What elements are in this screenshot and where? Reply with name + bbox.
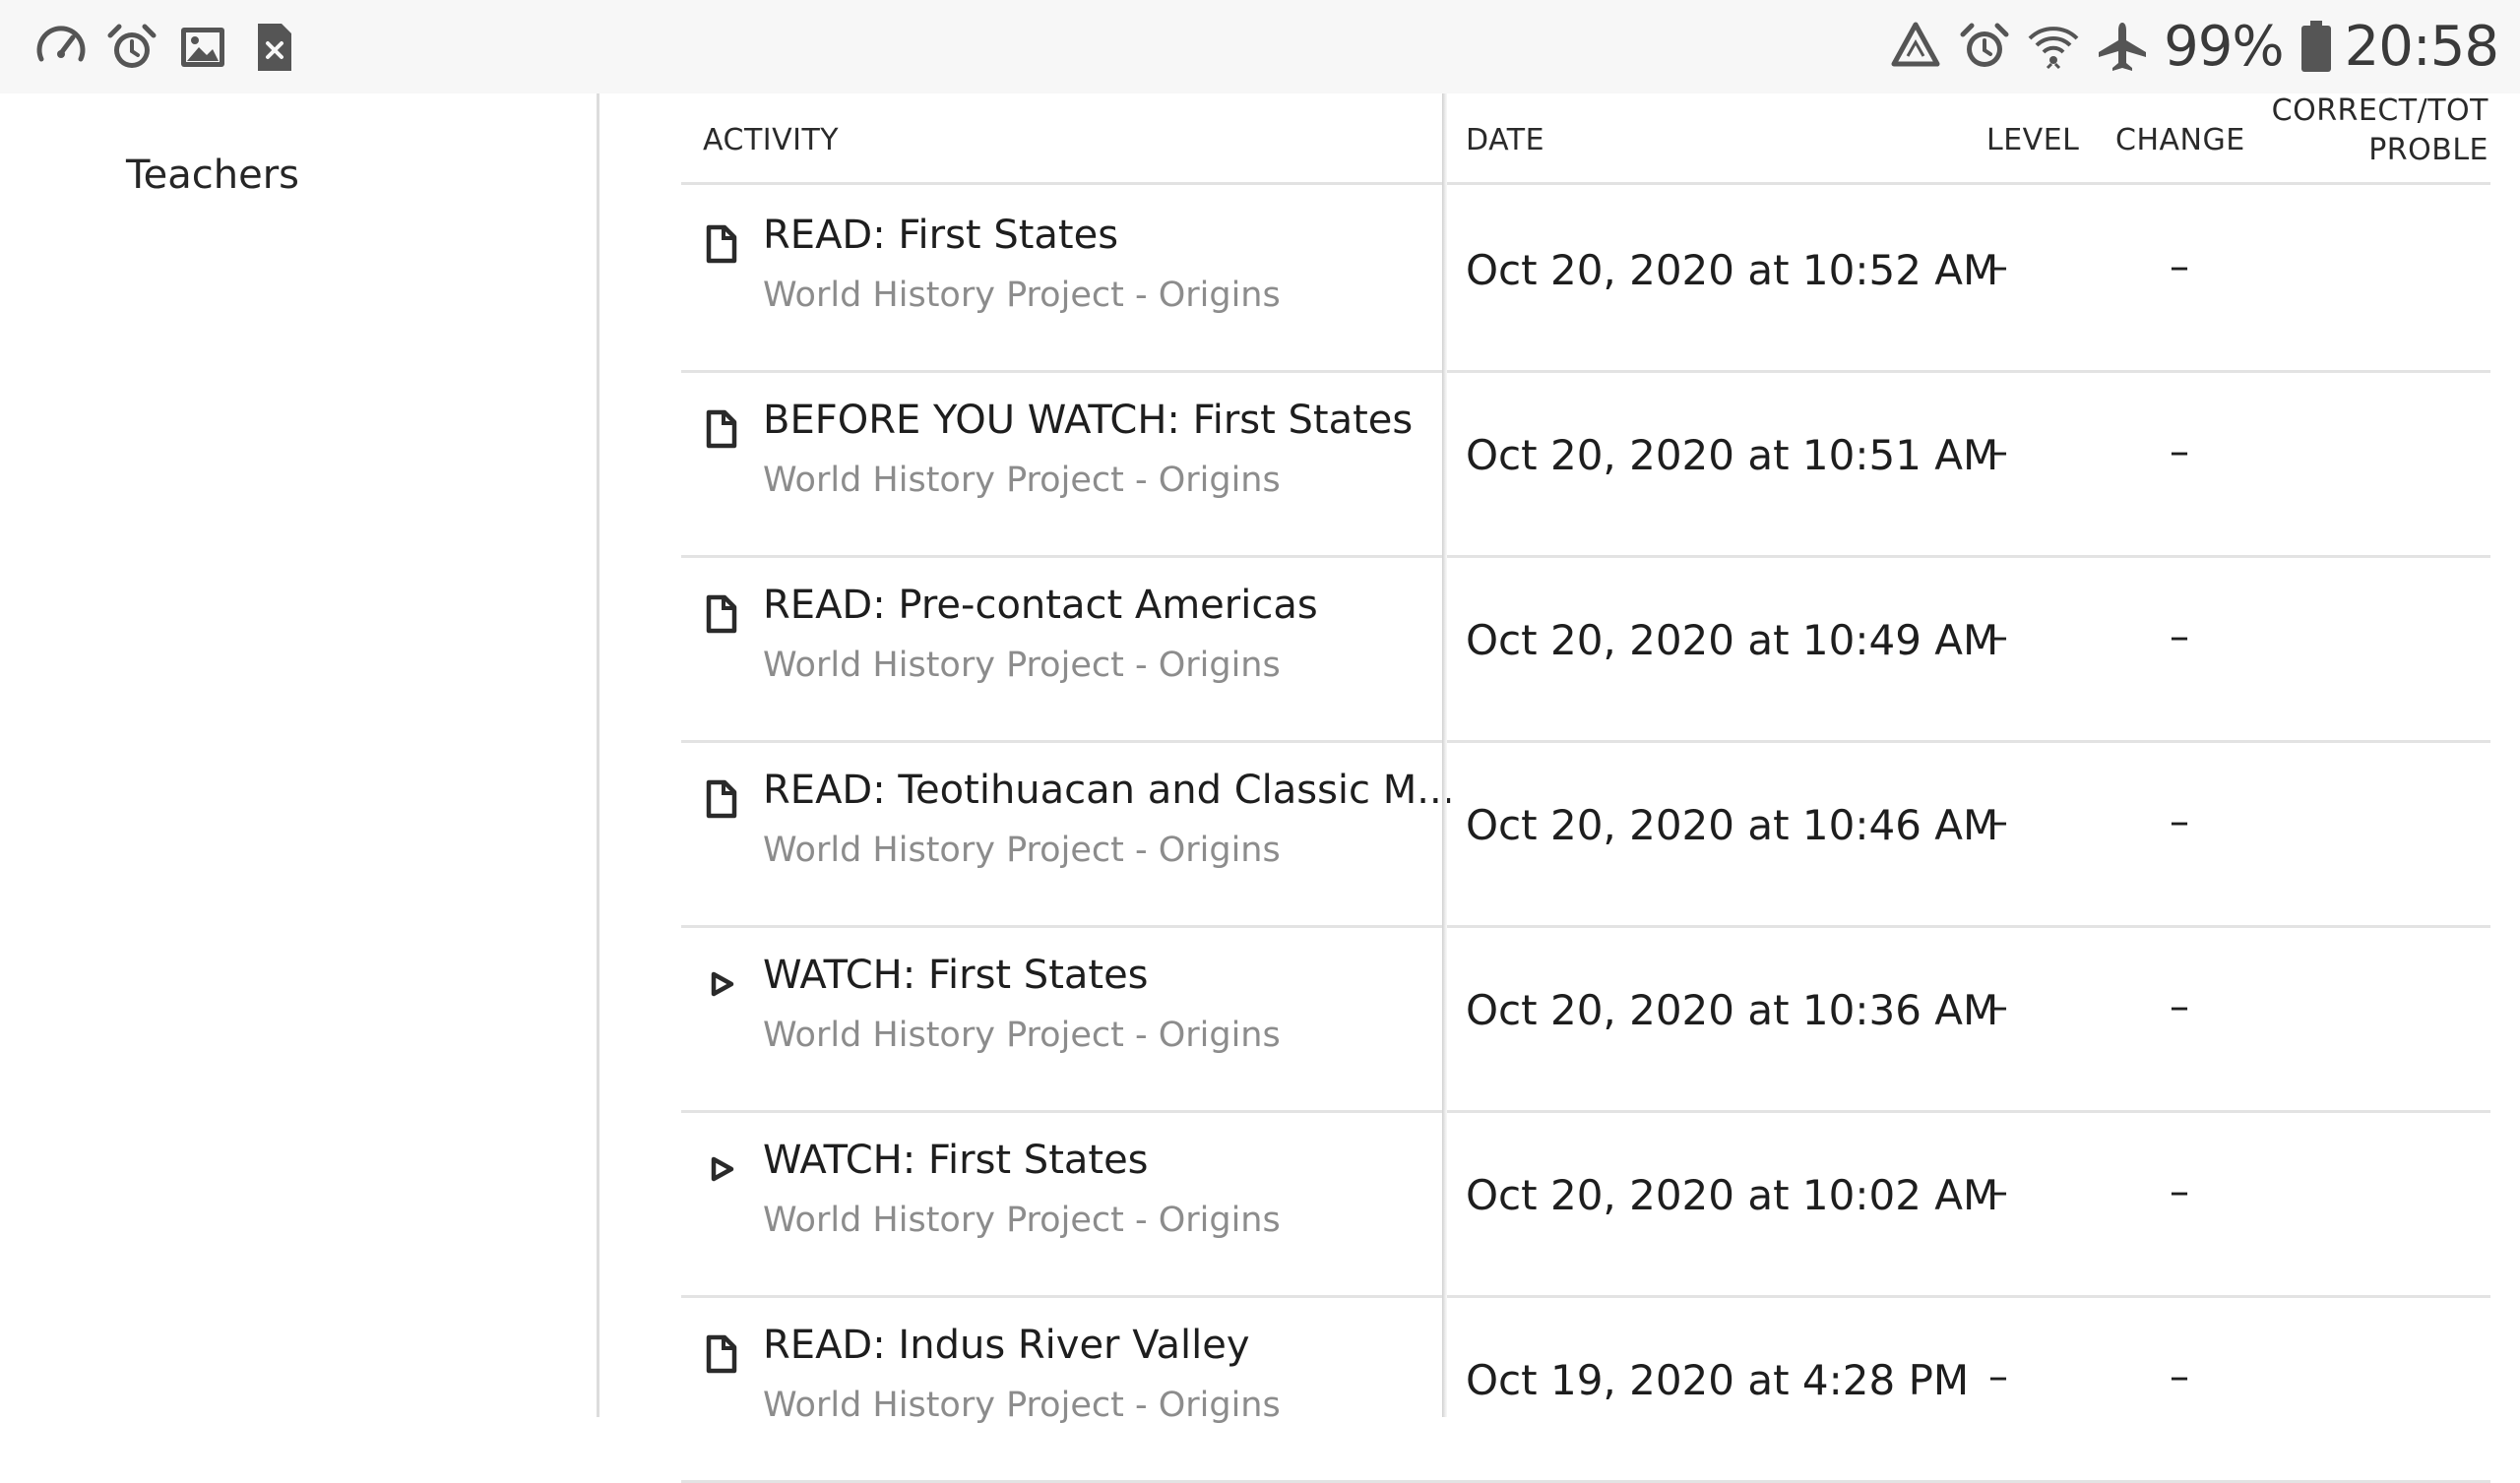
activity-change: – [2170, 614, 2189, 659]
speedometer-icon [36, 26, 86, 62]
activity-title[interactable]: READ: Pre-contact Americas [763, 583, 1318, 628]
image-icon [181, 28, 224, 67]
activity-title[interactable]: WATCH: First States [763, 953, 1149, 998]
table-row[interactable]: READ: Indus River Valley World History Pr… [681, 1295, 2490, 1483]
wifi-icon [2028, 27, 2079, 70]
document-icon [705, 779, 738, 819]
activity-level: – [1988, 429, 2008, 474]
activity-level: – [1988, 984, 2008, 1029]
column-header-correct-total[interactable]: CORRECT/TOT PROBLE [2256, 92, 2488, 170]
activity-date: Oct 19, 2020 at 4:28 PM [1466, 1356, 1970, 1404]
activity-change: – [2170, 244, 2189, 289]
table-row[interactable]: WATCH: First States World History Project… [681, 925, 2490, 1113]
play-icon [705, 1149, 738, 1189]
activity-date: Oct 20, 2020 at 10:52 AM [1466, 246, 1999, 294]
status-bar-system: 99% 20:58 [1874, 14, 2499, 79]
activity-level: – [1988, 244, 2008, 289]
activity-change: – [2170, 1354, 2189, 1399]
activity-course: World History Project - Origins [763, 831, 1281, 870]
activity-course: World History Project - Origins [763, 1201, 1281, 1240]
battery-icon [2300, 21, 2331, 72]
activity-table: ACTIVITY DATE LEVEL CHANGE CORRECT/TOT P… [681, 93, 2490, 1483]
activity-course: World History Project - Origins [763, 276, 1281, 315]
column-header-activity[interactable]: ACTIVITY [703, 123, 839, 157]
document-icon [705, 409, 738, 449]
activity-date: Oct 20, 2020 at 10:51 AM [1466, 431, 1999, 479]
activity-date: Oct 20, 2020 at 10:02 AM [1466, 1171, 1999, 1219]
activity-change: – [2170, 799, 2189, 844]
activity-level: – [1988, 799, 2008, 844]
play-icon [705, 964, 738, 1004]
sidebar: Teachers [0, 93, 599, 1417]
activity-title[interactable]: WATCH: First States [763, 1138, 1149, 1183]
clock: 20:58 [2344, 14, 2499, 79]
activity-date: Oct 20, 2020 at 10:49 AM [1466, 616, 1999, 664]
document-icon [705, 1334, 738, 1374]
activity-level: – [1988, 1169, 2008, 1214]
column-header-date[interactable]: DATE [1466, 123, 1544, 157]
activity-change: – [2170, 429, 2189, 474]
activity-course: World History Project - Origins [763, 1016, 1281, 1055]
column-divider [1442, 93, 1447, 1417]
column-header-correct-line1: CORRECT/TOT [2271, 93, 2488, 128]
activity-course: World History Project - Origins [763, 646, 1281, 685]
sim-error-icon [258, 24, 291, 71]
activity-change: – [2170, 984, 2189, 1029]
activity-title[interactable]: READ: First States [763, 213, 1118, 258]
table-header: ACTIVITY DATE LEVEL CHANGE CORRECT/TOT P… [681, 93, 2490, 185]
table-row[interactable]: READ: Pre-contact Americas World History … [681, 555, 2490, 743]
activity-title[interactable]: READ: Indus River Valley [763, 1323, 1250, 1368]
activity-title[interactable]: READ: Teotihuacan and Classic M... [763, 768, 1454, 813]
status-bar-notifications [33, 20, 317, 75]
recycle-warning-icon [1891, 22, 1940, 67]
activity-title[interactable]: BEFORE YOU WATCH: First States [763, 398, 1413, 443]
activity-level: – [1988, 1354, 2008, 1399]
column-header-level[interactable]: LEVEL [1986, 123, 2079, 157]
sidebar-item-teachers[interactable]: Teachers [126, 153, 299, 198]
airplane-mode-icon [2099, 23, 2147, 71]
table-row[interactable]: WATCH: First States World History Project… [681, 1110, 2490, 1298]
alarm-icon [1960, 23, 2009, 67]
activity-level: – [1988, 614, 2008, 659]
table-row[interactable]: BEFORE YOU WATCH: First States World Hist… [681, 370, 2490, 558]
activity-course: World History Project - Origins [763, 461, 1281, 500]
activity-change: – [2170, 1169, 2189, 1214]
activity-date: Oct 20, 2020 at 10:46 AM [1466, 801, 1999, 849]
document-icon [705, 224, 738, 264]
activity-course: World History Project - Origins [763, 1386, 1281, 1425]
column-header-correct-line2: PROBLE [2368, 133, 2488, 167]
alarm-icon [107, 24, 157, 68]
column-header-change[interactable]: CHANGE [2115, 123, 2245, 157]
activity-date: Oct 20, 2020 at 10:36 AM [1466, 986, 1999, 1034]
status-bar: 99% 20:58 [0, 0, 2520, 93]
table-row[interactable]: READ: Teotihuacan and Classic M... World … [681, 740, 2490, 928]
document-icon [705, 594, 738, 634]
battery-percent: 99% [2164, 14, 2284, 79]
table-row[interactable]: READ: First States World History Project … [681, 185, 2490, 373]
